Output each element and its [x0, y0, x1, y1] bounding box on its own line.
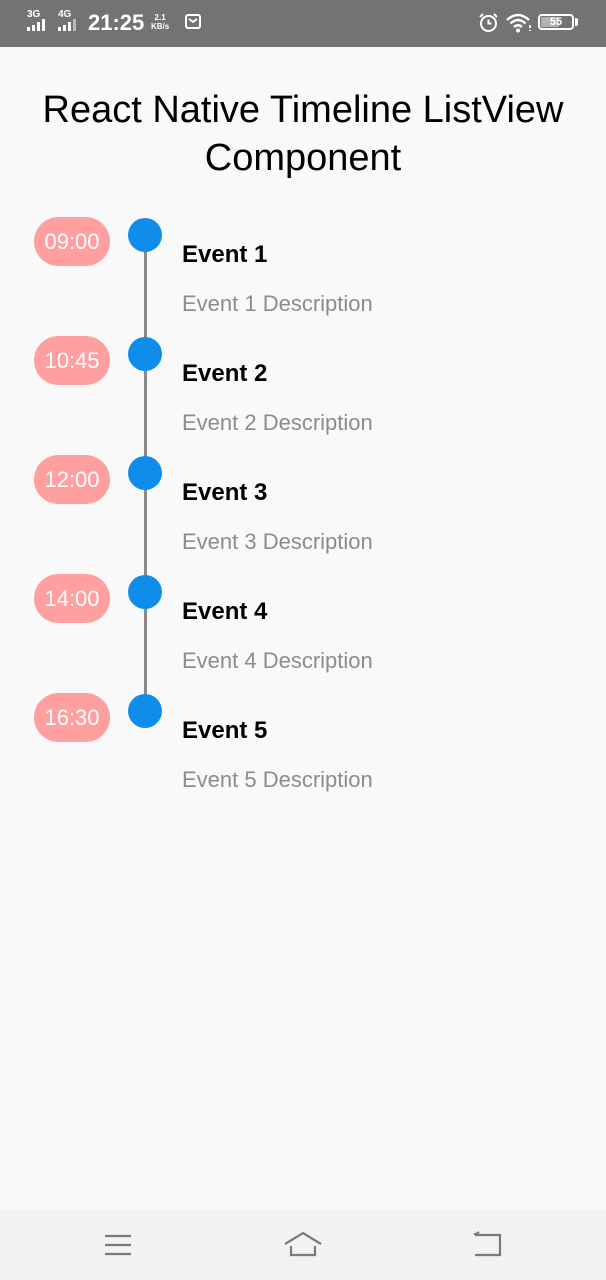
wifi-icon	[506, 13, 531, 33]
menu-icon[interactable]	[98, 1230, 138, 1260]
signal-icon	[58, 19, 76, 31]
page-title: React Native Timeline ListView Component	[0, 86, 606, 182]
event-description: Event 2 Description	[182, 410, 373, 435]
timeline-event[interactable]: 12:00 Event 3 Event 3 Description	[0, 455, 606, 574]
network-speed-value: 2.1	[154, 13, 166, 22]
network-speed-unit: KB/s	[151, 22, 170, 31]
timeline-dot	[128, 218, 162, 252]
timeline-dot	[128, 337, 162, 371]
timeline-event[interactable]: 16:30 Event 5 Event 5 Description	[0, 693, 606, 812]
battery-tip	[575, 18, 578, 26]
timeline-dot	[128, 456, 162, 490]
event-description: Event 3 Description	[182, 529, 373, 554]
timeline-event[interactable]: 10:45 Event 2 Event 2 Description	[0, 336, 606, 455]
clock: 21:25	[88, 10, 145, 35]
battery-level: 55	[549, 16, 563, 28]
event-time: 12:00	[34, 455, 110, 504]
event-title: Event 5	[182, 717, 268, 744]
event-title: Event 2	[182, 360, 268, 387]
event-time: 14:00	[34, 574, 110, 623]
event-description: Event 4 Description	[182, 648, 373, 673]
event-time: 16:30	[34, 693, 110, 742]
network-speed: 2.1 KB/s	[151, 13, 169, 31]
event-time: 10:45	[34, 336, 110, 385]
event-description: Event 1 Description	[182, 291, 373, 316]
navigation-bar	[0, 1210, 606, 1280]
event-title: Event 4	[182, 598, 268, 625]
screen: 3G 4G 21:25 2.1 KB/s 55 React Native Tim…	[0, 0, 606, 1280]
battery-icon: 55	[538, 14, 574, 30]
timeline-dot	[128, 694, 162, 728]
timeline-dot	[128, 575, 162, 609]
status-bar: 3G 4G 21:25 2.1 KB/s 55	[0, 0, 606, 47]
signal-icon	[27, 19, 45, 31]
page-title-line-1: React Native Timeline ListView	[42, 89, 564, 131]
timeline-event[interactable]: 14:00 Event 4 Event 4 Description	[0, 574, 606, 693]
event-title: Event 1	[182, 241, 268, 268]
event-title: Event 3	[182, 479, 268, 506]
event-description: Event 5 Description	[182, 767, 373, 792]
event-time: 09:00	[34, 217, 110, 266]
back-icon[interactable]	[467, 1230, 507, 1260]
mail-icon	[185, 14, 201, 29]
page-title-line-2: Component	[204, 137, 402, 179]
alarm-icon	[479, 13, 498, 32]
timeline-event[interactable]: 09:00 Event 1 Event 1 Description	[0, 217, 606, 336]
home-icon[interactable]	[283, 1230, 323, 1260]
